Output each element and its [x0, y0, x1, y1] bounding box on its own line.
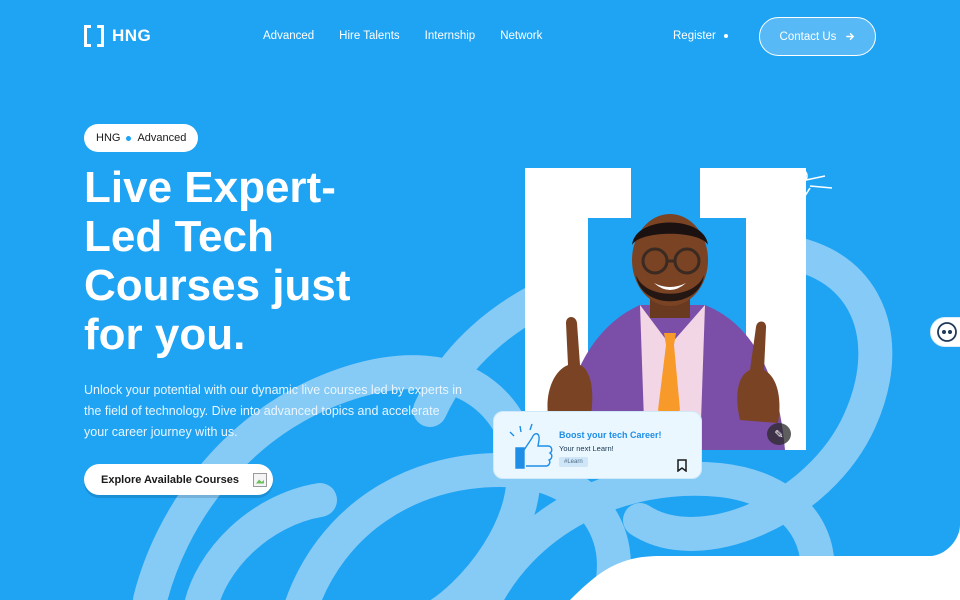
thumbs-up-illustration	[509, 423, 553, 469]
explore-courses-label: Explore Available Courses	[101, 473, 239, 486]
register-label: Register	[673, 30, 716, 42]
register-link[interactable]: Register	[673, 30, 728, 42]
nav-internship[interactable]: Internship	[425, 30, 476, 42]
site-header: HNG Advanced Hire Talents Internship Net…	[0, 0, 960, 72]
badge-label: Advanced	[137, 132, 187, 144]
arrow-right-icon	[846, 33, 855, 40]
chat-widget[interactable]	[930, 317, 960, 347]
hero-description: Unlock your potential with our dynamic l…	[84, 383, 462, 439]
broken-image-icon	[252, 472, 267, 487]
hero-badge: HNG Advanced	[84, 124, 199, 152]
card-tag: #Learn	[559, 457, 588, 467]
magic-wand-icon[interactable]: ✎	[767, 423, 791, 445]
promo-card[interactable]: Boost your tech Career! Your next Learn!…	[493, 411, 702, 479]
card-subtitle: Your next Learn!	[559, 444, 614, 453]
nav-hire-talents[interactable]: Hire Talents	[339, 30, 400, 42]
landing-page: HNG Advanced Hire Talents Internship Net…	[0, 0, 960, 600]
astronaut-doodle	[773, 168, 833, 225]
hero-title: Live Expert-Led Tech Courses just for yo…	[84, 163, 351, 359]
main-nav: Advanced Hire Talents Internship Network	[263, 30, 542, 42]
nav-advanced[interactable]: Advanced	[263, 30, 314, 42]
contact-us-button[interactable]: Contact Us	[759, 17, 876, 56]
nav-network[interactable]: Network	[500, 30, 542, 42]
explore-courses-button[interactable]: Explore Available Courses	[84, 464, 273, 495]
brand-name: HNG	[112, 26, 152, 45]
contact-label: Contact Us	[779, 30, 837, 43]
bracket-logo-icon	[84, 25, 104, 47]
dot-icon	[126, 135, 132, 141]
dot-icon	[723, 34, 728, 38]
chatbot-icon	[937, 322, 957, 342]
brand-logo[interactable]: HNG	[84, 25, 151, 47]
bookmark-icon[interactable]	[677, 459, 687, 472]
badge-brand: HNG	[96, 132, 121, 144]
card-title: Boost your tech Career!	[559, 430, 662, 440]
